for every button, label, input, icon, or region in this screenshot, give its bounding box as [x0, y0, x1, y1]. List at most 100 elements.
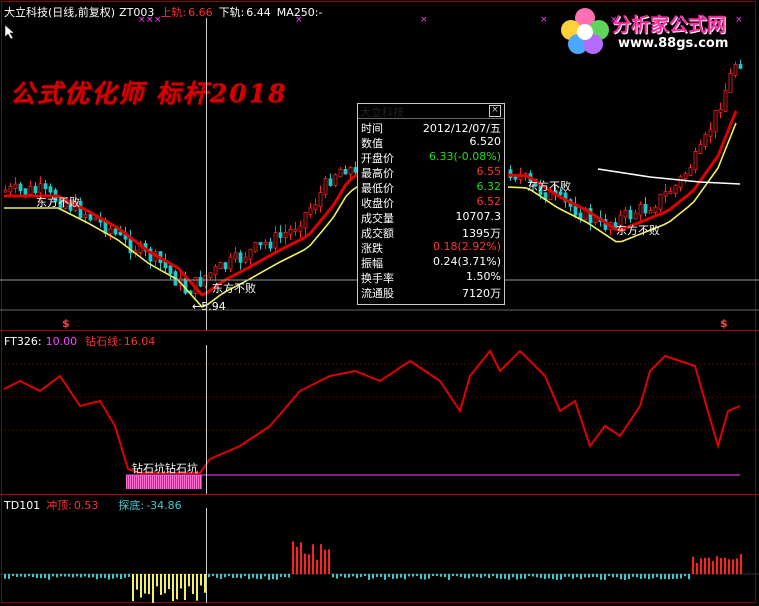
- diamond-pit-bar: [176, 475, 178, 489]
- histogram-bar: [324, 549, 326, 574]
- histogram-bar: [72, 574, 74, 578]
- diamond-line: [3, 349, 741, 474]
- diamond-pit-bar: [192, 475, 194, 489]
- candle-body: [208, 272, 213, 279]
- stock-info-popup[interactable]: 大立科技 × 时间 2012/12/07/五 数值 6.520 开盘价 6.33(-0.0…: [357, 103, 505, 305]
- popup-row-value: 0.18(2.92%): [432, 240, 501, 253]
- histogram-bar: [60, 574, 62, 577]
- histogram-bar: [556, 574, 558, 580]
- histogram-bar: [208, 574, 210, 578]
- candle-body: [673, 184, 678, 194]
- candle-body: [243, 256, 248, 263]
- histogram-bar: [540, 574, 542, 579]
- histogram-bar: [660, 574, 662, 580]
- signal-marker-2: $: [720, 317, 728, 330]
- histogram-bar: [168, 574, 170, 589]
- white-trend-line: [597, 168, 741, 185]
- candle-body: [683, 172, 688, 180]
- candle-body: [348, 167, 353, 175]
- candle-body: [223, 262, 228, 270]
- candle-body: [263, 241, 268, 246]
- histogram-bar: [656, 574, 658, 578]
- histogram-bar: [552, 574, 554, 580]
- diamond-pit-bar: [182, 475, 184, 489]
- histogram-bar: [708, 557, 710, 574]
- magenta-marker: ×: [540, 15, 548, 25]
- signal-marker-1: $: [62, 317, 70, 330]
- histogram-bar: [140, 574, 142, 598]
- histogram-bar: [640, 574, 642, 579]
- histogram-bar: [248, 574, 250, 580]
- histogram-bar: [532, 574, 534, 577]
- candle-body: [678, 176, 683, 188]
- histogram-bar: [4, 574, 6, 579]
- histogram-bar: [524, 574, 526, 579]
- popup-row: 振幅 0.24(3.71%): [358, 254, 504, 270]
- candle-body: [228, 256, 233, 270]
- histogram-bar: [132, 574, 134, 602]
- popup-row-value: 10707.3: [455, 210, 502, 223]
- histogram-bar: [728, 559, 730, 574]
- histogram-bar: [376, 574, 378, 577]
- candle-body: [708, 129, 713, 137]
- candle-body: [328, 178, 333, 186]
- histogram-bar: [716, 556, 718, 574]
- diamond-pit-bar: [136, 475, 138, 489]
- candle-body: [23, 188, 28, 195]
- candle-body: [218, 262, 223, 269]
- histogram-bar: [124, 574, 126, 578]
- histogram-bar: [192, 574, 194, 594]
- histogram-bar: [272, 574, 274, 580]
- histogram-bar: [52, 574, 54, 577]
- candle-body: [323, 178, 328, 195]
- histogram-bar: [224, 574, 226, 578]
- candle-body: [168, 265, 173, 275]
- popup-row-value: 6.55: [476, 165, 502, 178]
- stock-chart-window: { "header": { "title": "大立科技(日线,前复权)", "…: [0, 0, 759, 606]
- histogram-bar: [292, 541, 294, 574]
- histogram-bar: [312, 544, 314, 574]
- histogram-bar: [32, 574, 34, 578]
- histogram-bar: [348, 574, 350, 578]
- dfbb-label-2: 东方不败: [212, 282, 256, 295]
- histogram-bar: [672, 574, 674, 579]
- candle-body: [213, 266, 218, 276]
- histogram-bar: [616, 574, 618, 578]
- histogram-bar: [580, 574, 582, 580]
- candle-body: [43, 183, 48, 190]
- histogram-bar: [608, 574, 610, 577]
- popup-row-value: 7120万: [462, 287, 501, 300]
- histogram-bar: [476, 574, 478, 578]
- diamond-pit-bar: [146, 475, 148, 489]
- candle-body: [653, 206, 658, 213]
- histogram-bar: [116, 574, 118, 578]
- popup-row: 数值 6.520: [358, 134, 504, 150]
- histogram-bar: [564, 574, 566, 577]
- candle-body: [48, 186, 53, 193]
- histogram-bar: [180, 574, 182, 589]
- popup-titlebar[interactable]: 大立科技 ×: [358, 104, 504, 119]
- histogram-bar: [572, 574, 574, 579]
- histogram-bar: [24, 574, 26, 578]
- histogram-bar: [276, 574, 278, 580]
- histogram-bar: [492, 574, 494, 577]
- histogram-bar: [576, 574, 578, 578]
- popup-row: 收盘价 6.52: [358, 194, 504, 210]
- magenta-marker: ×: [675, 15, 683, 25]
- close-icon[interactable]: ×: [489, 105, 501, 117]
- candle-body: [313, 204, 318, 211]
- histogram-bar: [92, 574, 94, 578]
- histogram-bar: [264, 574, 266, 577]
- diamond-pit-bar: [188, 475, 190, 489]
- histogram-bar: [468, 574, 470, 579]
- candle-body: [623, 209, 628, 218]
- histogram-bar: [380, 574, 382, 577]
- magenta-marker: ×: [295, 15, 303, 25]
- histogram-bar: [44, 574, 46, 579]
- candle-body: [13, 183, 18, 189]
- histogram-bar: [464, 574, 466, 579]
- diamond-pit-bar: [154, 475, 156, 489]
- histogram-bar: [220, 574, 222, 579]
- histogram-bar: [384, 574, 386, 580]
- low-price-label: ←5.94: [192, 300, 226, 313]
